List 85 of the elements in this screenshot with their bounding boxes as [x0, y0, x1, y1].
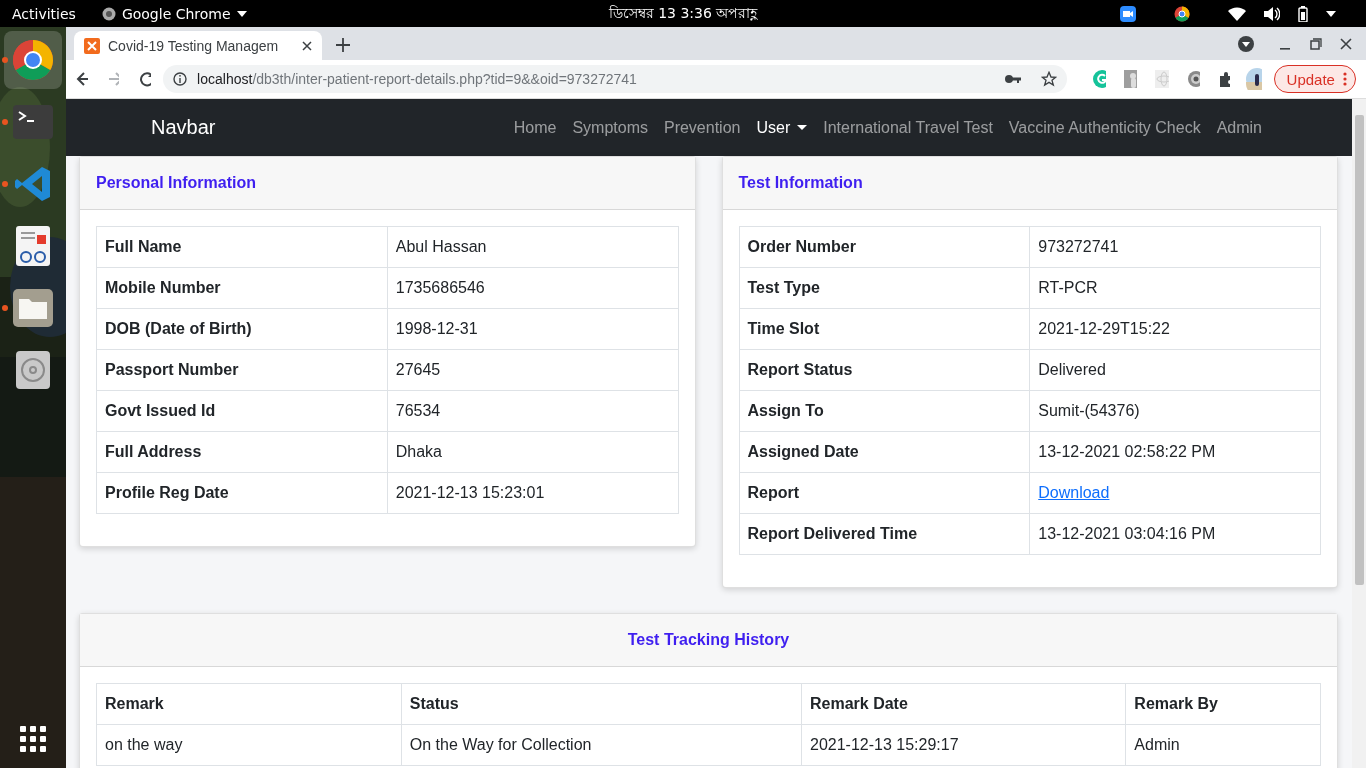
field-label: Full Name — [96, 226, 388, 268]
avatar-icon[interactable] — [1245, 68, 1262, 90]
field-value: 1735686546 — [387, 267, 678, 309]
favicon-icon — [84, 37, 100, 54]
navbar-brand[interactable]: Navbar — [151, 116, 216, 139]
table-cell: on the way — [96, 724, 402, 766]
field-value: 76534 — [387, 390, 678, 432]
field-label: Passport Number — [96, 349, 388, 391]
restore-icon[interactable] — [1310, 37, 1322, 50]
wifi-icon[interactable] — [1228, 6, 1246, 21]
column-header: Remark — [96, 683, 402, 725]
volume-icon[interactable] — [1264, 6, 1280, 21]
field-label: Report Status — [739, 349, 1030, 391]
battery-icon[interactable] — [1298, 5, 1308, 22]
field-value: 973272741 — [1029, 226, 1321, 268]
column-header: Remark By — [1125, 683, 1321, 725]
key-icon[interactable] — [1005, 74, 1022, 84]
nav-link[interactable]: Symptoms — [572, 118, 648, 137]
column-header: Status — [401, 683, 802, 725]
terminal-icon[interactable] — [13, 105, 53, 139]
nav-link[interactable]: Home — [513, 118, 557, 137]
field-value: Delivered — [1029, 349, 1321, 391]
scroll-thumb[interactable] — [1354, 115, 1364, 585]
app-menu[interactable]: Google Chrome — [121, 5, 231, 22]
card-title: Test Tracking History — [627, 631, 790, 649]
extensions-icon[interactable] — [1217, 71, 1230, 87]
field-value: RT-PCR — [1029, 267, 1321, 309]
url-text: localhost/db3th/inter-patient-report-details.php?tid=9&&oid=973272741 — [197, 71, 638, 87]
field-label: Profile Reg Date — [96, 472, 388, 514]
field-label: Time Slot — [739, 308, 1030, 350]
field-value: Dhaka — [387, 431, 678, 473]
info-icon[interactable] — [173, 72, 188, 86]
field-label: Mobile Number — [96, 267, 388, 309]
table-cell: Admin — [1125, 724, 1321, 766]
column-header: Remark Date — [801, 683, 1126, 725]
new-tab-icon[interactable] — [336, 38, 350, 52]
close-icon[interactable] — [302, 40, 312, 51]
field-label: Report — [739, 472, 1030, 514]
code-editor-icon[interactable] — [14, 165, 52, 203]
back-icon[interactable] — [76, 71, 88, 87]
nav-link[interactable]: Vaccine Authenticity Check — [1008, 118, 1201, 137]
app-grid-icon[interactable] — [20, 726, 46, 752]
reload-icon[interactable] — [139, 71, 152, 87]
nav-link[interactable]: User — [756, 118, 808, 137]
card-title: Test Information — [738, 174, 863, 192]
field-label: Report Delivered Time — [739, 513, 1030, 555]
folder-icon[interactable] — [13, 289, 53, 327]
field-label: Govt Issued Id — [96, 390, 388, 432]
table-cell: On the Way for Collection — [401, 724, 802, 766]
field-label: Full Address — [96, 431, 388, 473]
field-label: DOB (Date of Birth) — [96, 308, 388, 350]
card-title: Personal Information — [96, 174, 257, 192]
document-viewer-icon[interactable] — [16, 226, 50, 266]
nav-link[interactable]: International Travel Test — [823, 118, 993, 137]
address-bar[interactable]: localhost/db3th/inter-patient-report-details.php?tid=9&&oid=973272741 — [163, 65, 1068, 93]
field-value: 27645 — [387, 349, 678, 391]
scrollbar[interactable] — [1352, 99, 1366, 768]
tab-title: Covid-19 Testing Managem — [108, 37, 280, 54]
nav-link[interactable]: Admin — [1216, 118, 1262, 137]
field-value: 1998-12-31 — [387, 308, 678, 350]
download-link[interactable]: Download — [1038, 484, 1110, 501]
field-value: 13-12-2021 02:58:22 PM — [1029, 431, 1321, 473]
caret-icon[interactable] — [1326, 10, 1336, 17]
field-label: Assign To — [739, 390, 1030, 432]
nav-link[interactable]: Prevention — [663, 118, 741, 137]
table-cell: 2021-12-13 15:29:17 — [801, 724, 1126, 766]
star-icon[interactable] — [1041, 71, 1058, 87]
tab-search-icon[interactable] — [1238, 35, 1254, 52]
activities-button[interactable]: Activities — [0, 5, 76, 22]
field-value: 2021-12-13 15:23:01 — [387, 472, 678, 514]
field-value: 13-12-2021 03:04:16 PM — [1029, 513, 1321, 555]
field-value: Sumit-(54376) — [1029, 390, 1321, 432]
update-button[interactable]: Update — [1273, 65, 1356, 93]
field-value: 2021-12-29T15:22 — [1029, 308, 1321, 350]
close-icon[interactable] — [1340, 37, 1352, 50]
more-icon — [1342, 72, 1347, 86]
clock[interactable]: ডিসেম্বর 13 3:36 অপরাহ্ণ — [608, 4, 758, 21]
video-camera-icon[interactable] — [1120, 5, 1136, 22]
browser-tab[interactable]: Covid-19 Testing Managem — [74, 31, 322, 60]
field-value: Abul Hassan — [387, 226, 678, 268]
touch-extension-icon[interactable] — [1124, 70, 1138, 88]
field-label: Assigned Date — [739, 431, 1030, 473]
field-label: Order Number — [739, 226, 1030, 268]
field-label: Test Type — [739, 267, 1030, 309]
caret-icon — [236, 10, 247, 17]
